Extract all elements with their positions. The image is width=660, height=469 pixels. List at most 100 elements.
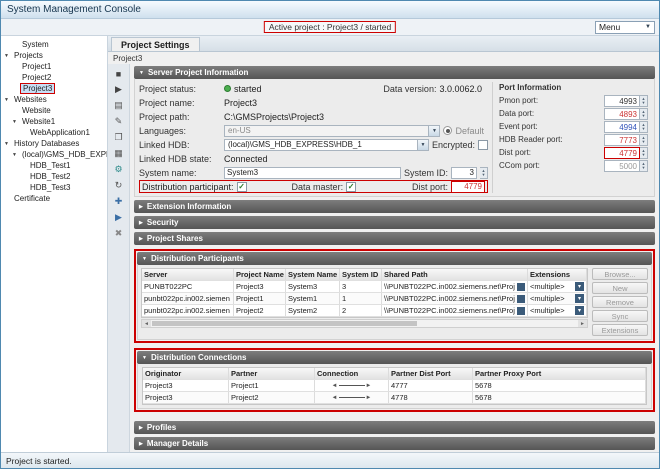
tree-item-website[interactable]: Website [1,105,107,116]
column-header-originator[interactable]: Originator [143,368,229,379]
chevron-down-icon[interactable]: ▾ [575,282,584,291]
section-header-project-shares[interactable]: ▶ Project Shares [134,232,655,245]
scrollbar-track[interactable] [151,320,578,327]
participant-row[interactable]: PUNBT022PCProject3System33\\PUNBT022PC.i… [142,281,587,293]
activate-icon[interactable]: ▶ [111,211,126,224]
column-header-system-name[interactable]: System Name [286,269,340,280]
participant-row[interactable]: punbt022pc.in002.siemenProject1System11\… [142,293,587,305]
spinner-icon[interactable]: ▲▼ [640,121,648,133]
default-radio[interactable] [443,126,452,135]
server-cell: punbt022pc.in002.siemen [142,305,234,316]
dist-port-input[interactable] [451,181,485,193]
column-header-extensions[interactable]: Extensions [528,269,587,280]
button-browse[interactable]: Browse... [592,268,648,280]
tree-item-certificate[interactable]: Certificate [1,193,107,204]
tree-item-website1[interactable]: ▼Website1 [1,116,107,127]
scroll-left-icon[interactable]: ◄ [142,320,151,327]
partner-proxy-port-cell: 5678 [473,392,646,403]
expander-icon[interactable]: ▼ [4,97,12,103]
section-header-security[interactable]: ▶ Security [134,216,655,229]
tree-item-project3[interactable]: Project3 [1,83,107,94]
section-header-manager-details[interactable]: ▶ Manager Details [134,437,655,450]
copy-project-icon[interactable]: ❐ [111,131,126,144]
column-header-partner[interactable]: Partner [229,368,315,379]
add-icon[interactable]: ✚ [111,195,126,208]
spinner-icon[interactable]: ▲▼ [640,160,648,172]
save-project-icon[interactable]: ▦ [111,147,126,160]
tree-item-websites[interactable]: ▼Websites [1,94,107,105]
distribution-participant-checkbox[interactable]: ✓ [237,182,247,192]
expander-icon[interactable]: ▼ [12,152,20,158]
expander-icon[interactable]: ▼ [4,53,12,59]
expander-icon[interactable]: ▼ [12,119,20,125]
tree-item-history-databases[interactable]: ▼History Databases [1,138,107,149]
spinner-icon[interactable]: ▲▼ [640,95,648,107]
tree-item-webapplication1[interactable]: WebApplication1 [1,127,107,138]
scroll-right-icon[interactable]: ► [578,320,587,327]
port-input-data-port[interactable]: 4893 [604,108,640,120]
delete-icon[interactable]: ✖ [111,227,126,240]
browse-path-button[interactable] [517,307,525,315]
linked-hdb-dropdown[interactable]: (local)\GMS_HDB_EXPRESS\HDB_1 ▼ [224,139,429,151]
tree-item-hdb-test1[interactable]: HDB_Test1 [1,160,107,171]
tree-item-hdb-test3[interactable]: HDB_Test3 [1,182,107,193]
column-header-project-name[interactable]: Project Name [234,269,286,280]
column-header-system-id[interactable]: System ID [340,269,382,280]
tree-item-system[interactable]: System [1,39,107,50]
column-header-connection[interactable]: Connection [315,368,389,379]
participant-row[interactable]: punbt022pc.in002.siemenProject2System22\… [142,305,587,317]
tree-item-local-gms-hdb-express[interactable]: ▼(local)\GMS_HDB_EXPRESS [1,149,107,160]
spinner-icon[interactable]: ▲▼ [640,134,648,146]
section-header-extension-information[interactable]: ▶ Extension Information [134,200,655,213]
port-input-event-port[interactable]: 4994 [604,121,640,133]
scrollbar-thumb[interactable] [152,321,417,326]
extensions-cell: <multiple>▾ [528,281,587,292]
languages-dropdown[interactable]: en-US ▼ [224,125,440,137]
button-remove[interactable]: Remove [592,296,648,308]
connection-row[interactable]: Project3Project1◄►47775678 [143,380,646,392]
start-project-icon[interactable]: ▶ [111,83,126,96]
tree-item-project1[interactable]: Project1 [1,61,107,72]
browse-path-button[interactable] [517,283,525,291]
spinner-icon[interactable]: ▲▼ [640,108,648,120]
encrypted-checkbox[interactable] [478,140,488,150]
data-master-checkbox[interactable]: ✓ [346,182,356,192]
stop-project-icon[interactable]: ■ [111,67,126,80]
button-sync[interactable]: Sync [592,310,648,322]
spinner-icon[interactable]: ▲▼ [480,167,488,179]
tab-project-settings[interactable]: Project Settings [111,37,200,51]
port-input-dist-port[interactable]: 4779 [604,147,640,159]
restore-icon[interactable]: ↻ [111,179,126,192]
spinner-icon[interactable]: ▲▼ [640,147,648,159]
chevron-down-icon[interactable]: ▾ [575,306,584,315]
port-input-ccom-port[interactable]: 5000 [604,160,640,172]
horizontal-scrollbar[interactable]: ◄ ► [141,319,588,328]
section-header-profiles[interactable]: ▶ Profiles [134,421,655,434]
section-header-server-project-information[interactable]: ▼ Server Project Information [134,66,655,79]
chevron-down-icon[interactable]: ▾ [575,294,584,303]
settings-icon[interactable]: ⚙ [111,163,126,176]
expander-icon[interactable]: ▼ [4,141,12,147]
port-label: HDB Reader port: [499,135,604,144]
system-name-input[interactable] [224,167,401,179]
section-header-distribution-participants[interactable]: ▼ Distribution Participants [137,252,652,265]
port-input-hdb-reader-port[interactable]: 7773 [604,134,640,146]
tree-item-hdb-test2[interactable]: HDB_Test2 [1,171,107,182]
tree-item-label: Website1 [20,117,57,126]
column-header-partner-dist-port[interactable]: Partner Dist Port [389,368,473,379]
edit-project-icon[interactable]: ✎ [111,115,126,128]
system-id-input[interactable] [451,167,477,179]
column-header-server[interactable]: Server [142,269,234,280]
tree-item-projects[interactable]: ▼Projects [1,50,107,61]
connection-row[interactable]: Project3Project2◄►47785678 [143,392,646,404]
column-header-shared-path[interactable]: Shared Path [382,269,528,280]
button-extensions[interactable]: Extensions [592,324,648,336]
port-input-pmon-port[interactable]: 4993 [604,95,640,107]
tree-item-project2[interactable]: Project2 [1,72,107,83]
browse-path-button[interactable] [517,295,525,303]
column-header-partner-proxy-port[interactable]: Partner Proxy Port [473,368,646,379]
menu-dropdown[interactable]: Menu ▼ [595,21,655,34]
button-new[interactable]: New [592,282,648,294]
section-header-distribution-connections[interactable]: ▼ Distribution Connections [137,351,652,364]
new-project-icon[interactable]: ▤ [111,99,126,112]
